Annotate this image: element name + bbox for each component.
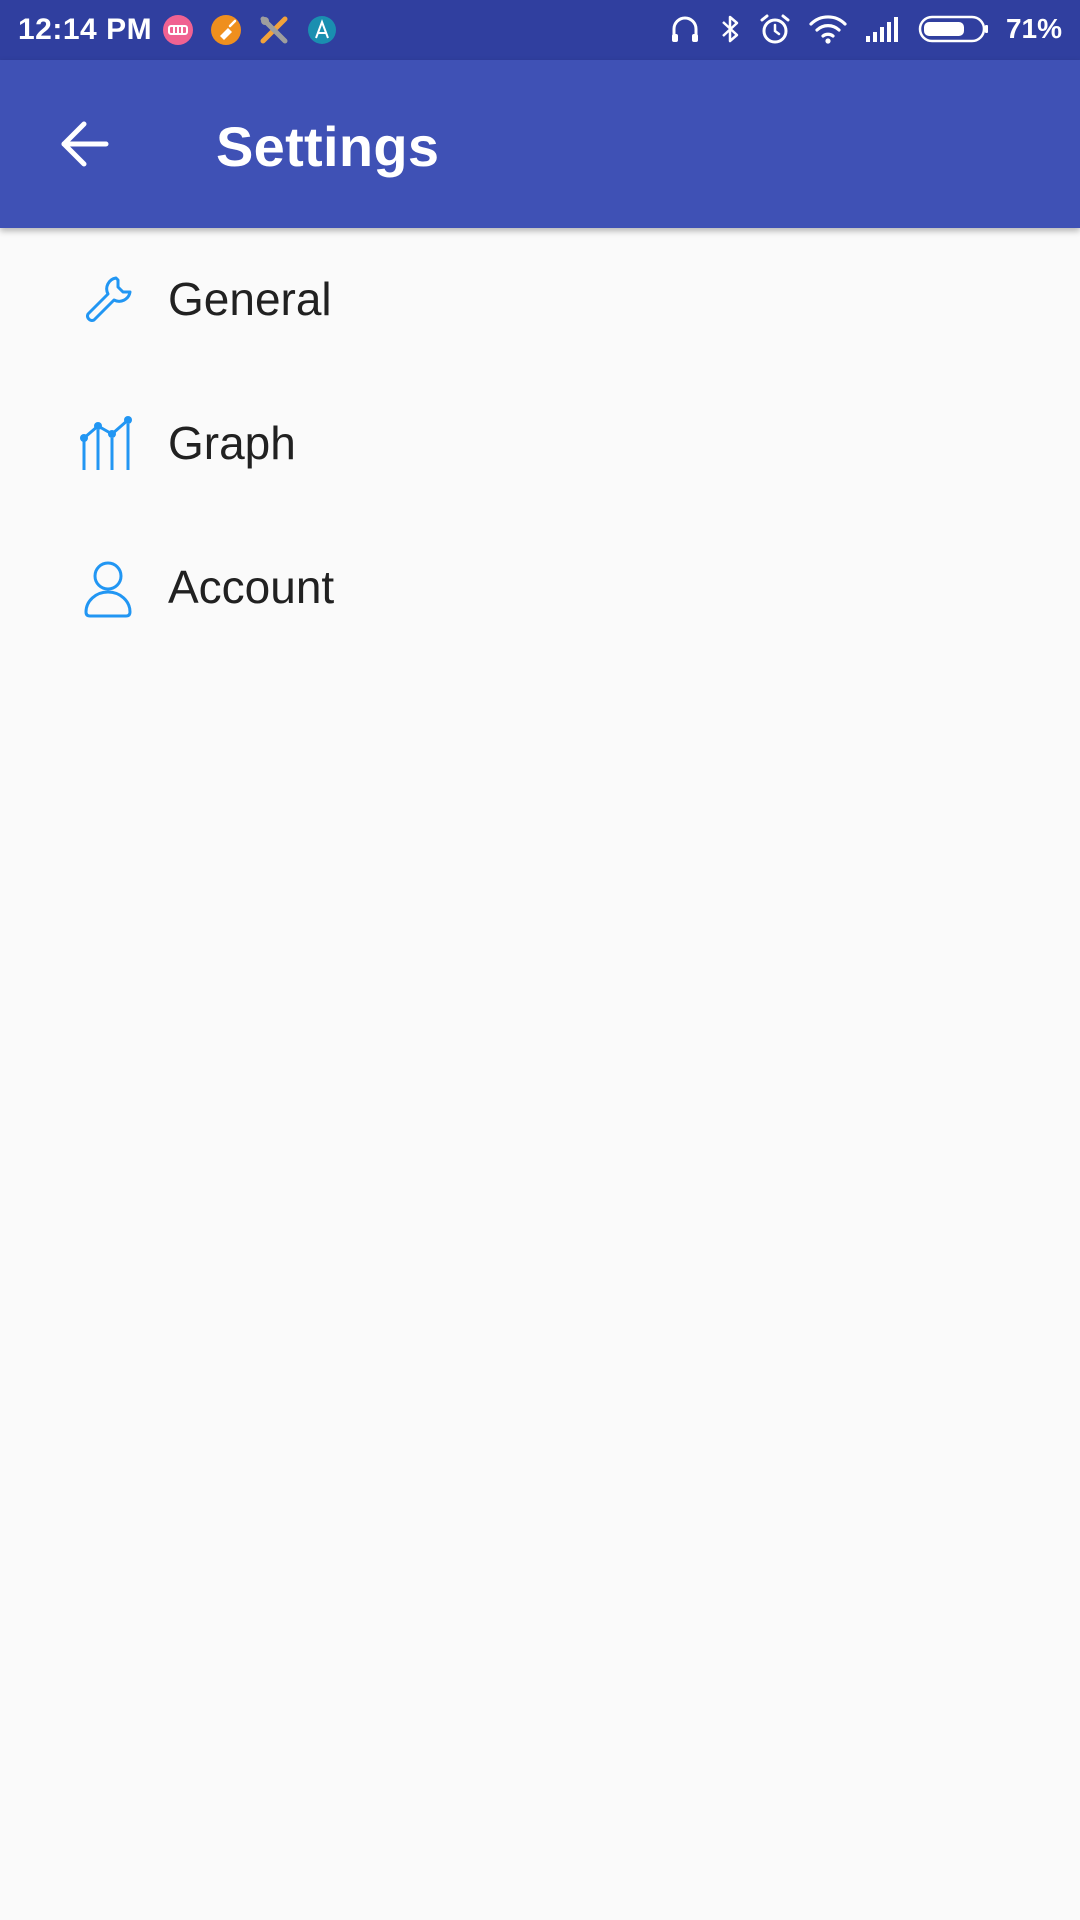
app-icon-pink (163, 15, 193, 45)
graph-icon (78, 414, 138, 474)
alarm-icon (760, 14, 790, 44)
system-icons: 71% (668, 12, 1062, 46)
settings-item-label: Graph (168, 417, 296, 469)
notification-icons (162, 14, 338, 46)
wrench-icon (78, 270, 138, 330)
settings-item-label: Account (168, 561, 335, 613)
settings-item-label: General (168, 273, 332, 325)
settings-list: General Graph Account (0, 228, 1080, 660)
status-bar: 12:14 PM 71% (0, 0, 1080, 60)
headset-icon (671, 16, 698, 42)
back-button[interactable] (44, 104, 124, 184)
person-icon (78, 558, 138, 618)
battery-icon (918, 15, 988, 43)
settings-item-general[interactable]: General (0, 228, 1080, 372)
app-icon-orange (211, 15, 241, 45)
bluetooth-icon (722, 15, 739, 43)
app-icon-teal (308, 16, 336, 44)
settings-item-account[interactable]: Account (0, 516, 1080, 660)
settings-item-graph[interactable]: Graph (0, 372, 1080, 516)
wifi-icon (809, 15, 847, 44)
app-bar: Settings (0, 60, 1080, 228)
battery-percent: 71% (1005, 13, 1062, 44)
arrow-back-icon (61, 121, 109, 167)
status-time: 12:14 PM (18, 13, 153, 46)
tools-icon (260, 16, 288, 44)
signal-icon (865, 17, 898, 42)
page-title: Settings (216, 115, 440, 178)
